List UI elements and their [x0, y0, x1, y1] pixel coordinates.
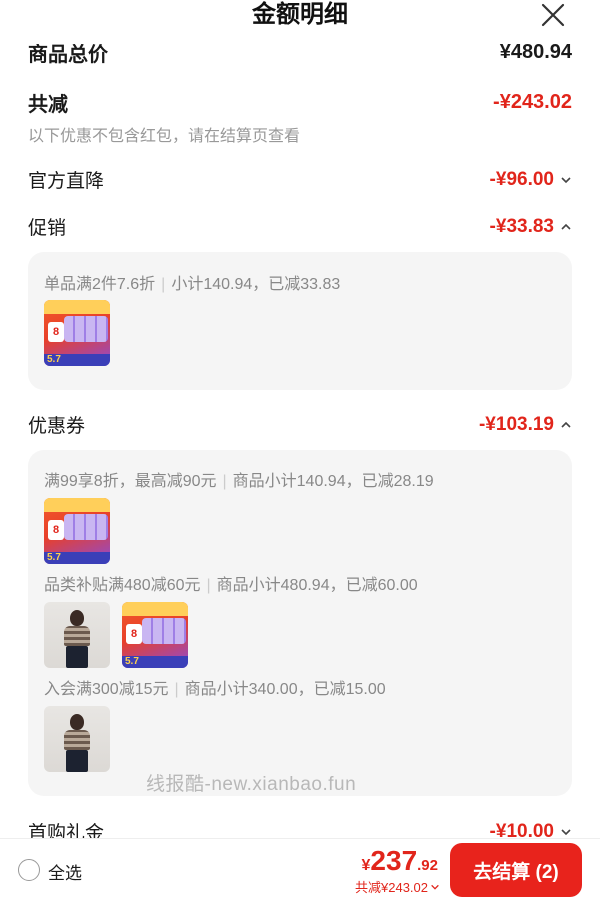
- chevron-up-icon: [561, 223, 571, 230]
- apparel-thumbnail[interactable]: [44, 602, 110, 668]
- row-coupon[interactable]: 优惠券 -¥103.19: [28, 411, 572, 438]
- row-total-discount: 共减 -¥243.02: [28, 88, 572, 117]
- checkout-button[interactable]: 去结算 (2): [450, 843, 582, 897]
- official-value: -¥96.00: [489, 168, 554, 190]
- product-thumbnail[interactable]: 8 5.7: [122, 602, 188, 668]
- product-num: 5.7: [47, 354, 61, 365]
- coupon-value: -¥103.19: [478, 413, 554, 435]
- coupon-desc-3: 入会满300减15元: [44, 681, 169, 698]
- promo-line: 单品满2件7.6折 | 小计140.94，已减33.83: [44, 276, 341, 293]
- discount-note: 以下优惠不包含红包，请在结算页查看: [28, 128, 301, 145]
- select-all-radio[interactable]: [18, 859, 40, 881]
- close-icon[interactable]: [540, 2, 566, 28]
- discount-summary[interactable]: 共减¥243.02: [355, 877, 440, 896]
- row-first-purchase[interactable]: 首购礼金 -¥10.00: [28, 818, 572, 838]
- price-integer: 237: [370, 845, 418, 876]
- promo-value: -¥33.83: [489, 215, 554, 237]
- coupon-subtotal-2: 商品小计480.94，已减60.00: [216, 577, 418, 594]
- coupon-label: 优惠券: [28, 416, 86, 437]
- coupon-subtotal-1: 商品小计140.94，已减28.19: [232, 473, 434, 490]
- checkout-bar: 全选 ¥237.92 共减¥243.02 去结算 (2): [0, 838, 600, 899]
- promo-panel: 单品满2件7.6折 | 小计140.94，已减33.83 8 5.7: [28, 252, 572, 390]
- header: 金额明细: [0, 0, 600, 44]
- official-label: 官方直降: [28, 171, 105, 192]
- promo-subtotal: 小计140.94，已减33.83: [171, 276, 341, 293]
- coupon-line-3: 入会满300减15元 | 商品小计340.00，已减15.00: [44, 681, 386, 698]
- first-purchase-label: 首购礼金: [28, 823, 105, 838]
- chevron-down-icon: [561, 828, 571, 835]
- coupon-desc-2: 品类补贴满480减60元: [44, 577, 201, 594]
- coupon-value-wrap: -¥103.19: [479, 414, 572, 436]
- product-num: 5.7: [47, 552, 61, 563]
- page-title: 金额明细: [252, 1, 348, 28]
- row-official[interactable]: 官方直降 -¥96.00: [28, 166, 572, 193]
- product-thumbnail[interactable]: 8 5.7: [44, 300, 110, 366]
- chevron-down-icon: [561, 176, 571, 183]
- coupon-panel: 满99享8折，最高减90元 | 商品小计140.94，已减28.19 8 5.7 品…: [28, 450, 572, 796]
- coupon-subtotal-3: 商品小计340.00，已减15.00: [184, 681, 386, 698]
- row-promo[interactable]: 促销 -¥33.83: [28, 213, 572, 240]
- detail-scroll[interactable]: 商品总价 ¥480.94 共减 -¥243.02 以下优惠不包含红包，请在结算页…: [0, 28, 600, 838]
- product-badge: 8: [48, 520, 64, 540]
- chevron-down-icon: [431, 884, 439, 890]
- first-purchase-value-wrap: -¥10.00: [489, 820, 572, 839]
- coupon-desc-1: 满99享8折，最高减90元: [44, 473, 217, 490]
- total-price: ¥237.92: [362, 845, 438, 877]
- product-badge: 8: [126, 624, 142, 644]
- discount-summary-text: 共减¥243.02: [355, 880, 428, 895]
- total-discount-value: -¥243.02: [493, 91, 572, 113]
- promo-value-wrap: -¥33.83: [490, 216, 572, 238]
- product-thumbnail[interactable]: 8 5.7: [44, 498, 110, 564]
- apparel-thumbnail[interactable]: [44, 706, 110, 772]
- product-badge: 8: [48, 322, 64, 342]
- promo-desc: 单品满2件7.6折: [44, 276, 156, 293]
- total-price-value: ¥480.94: [499, 41, 572, 63]
- select-all-label[interactable]: 全选: [48, 859, 82, 884]
- total-discount-label: 共减: [28, 94, 68, 116]
- official-value-wrap: -¥96.00: [490, 169, 572, 191]
- first-purchase-value: -¥10.00: [489, 820, 554, 839]
- watermark: 线报酷-new.xianbao.fun: [146, 774, 357, 795]
- product-num: 5.7: [125, 656, 139, 667]
- chevron-up-icon: [561, 421, 571, 428]
- price-decimal: .92: [417, 857, 438, 874]
- coupon-line-2: 品类补贴满480减60元 | 商品小计480.94，已减60.00: [44, 577, 418, 594]
- promo-label: 促销: [28, 218, 67, 239]
- coupon-line-1: 满99享8折，最高减90元 | 商品小计140.94，已减28.19: [44, 473, 434, 490]
